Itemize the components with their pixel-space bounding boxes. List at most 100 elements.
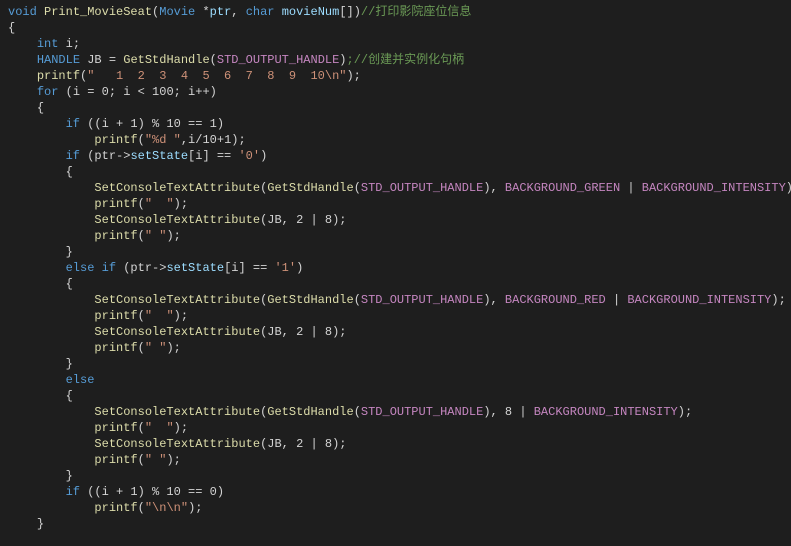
code-line: printf(" "); bbox=[8, 340, 791, 356]
code-line: SetConsoleTextAttribute(JB, 2 | 8); bbox=[8, 324, 791, 340]
function-call: SetConsoleTextAttribute bbox=[94, 325, 260, 339]
var-assign: JB = bbox=[80, 53, 123, 67]
comment: ;//创建并实例化句柄 bbox=[347, 53, 465, 67]
macro: BACKGROUND_INTENSITY bbox=[642, 181, 786, 195]
string-literal: " " bbox=[145, 197, 174, 211]
macro: STD_OUTPUT_HANDLE bbox=[361, 293, 483, 307]
function-call: printf bbox=[94, 453, 137, 467]
code-line: if ((i + 1) % 10 == 1) bbox=[8, 116, 791, 132]
code-line: if (ptr->setState[i] == '0') bbox=[8, 148, 791, 164]
code-line: printf(" "); bbox=[8, 420, 791, 436]
code-line: printf(" "); bbox=[8, 452, 791, 468]
code-line: for (i = 0; i < 100; i++) bbox=[8, 84, 791, 100]
code-line: printf(" "); bbox=[8, 308, 791, 324]
param-name: ptr bbox=[210, 5, 232, 19]
function-call: SetConsoleTextAttribute bbox=[94, 213, 260, 227]
code-line: SetConsoleTextAttribute(GetStdHandle(STD… bbox=[8, 180, 791, 196]
char-literal: '0' bbox=[238, 149, 260, 163]
code-line: HANDLE JB = GetStdHandle(STD_OUTPUT_HAND… bbox=[8, 52, 791, 68]
string-literal: " " bbox=[145, 309, 174, 323]
brace-open: { bbox=[66, 165, 73, 179]
type-handle: HANDLE bbox=[37, 53, 80, 67]
args: ), 8 | bbox=[483, 405, 533, 419]
keyword-if: if bbox=[66, 117, 80, 131]
code-line: SetConsoleTextAttribute(GetStdHandle(STD… bbox=[8, 404, 791, 420]
code-line: { bbox=[8, 276, 791, 292]
function-call: GetStdHandle bbox=[267, 293, 353, 307]
code-line: printf("%d ",i/10+1); bbox=[8, 132, 791, 148]
function-call: printf bbox=[94, 309, 137, 323]
brace-close: } bbox=[37, 517, 44, 531]
function-call: SetConsoleTextAttribute bbox=[94, 437, 260, 451]
string-literal: " " bbox=[145, 341, 167, 355]
if-condition: [i] == bbox=[224, 261, 274, 275]
code-line: void Print_MovieSeat(Movie *ptr, char mo… bbox=[8, 4, 791, 20]
if-condition: (ptr-> bbox=[80, 149, 130, 163]
function-call: printf bbox=[94, 197, 137, 211]
keyword-for: for bbox=[37, 85, 59, 99]
if-condition: ((i + 1) % 10 == 0) bbox=[80, 485, 224, 499]
keyword-void: void bbox=[8, 5, 37, 19]
code-line: else bbox=[8, 372, 791, 388]
string-literal: " " bbox=[145, 229, 167, 243]
if-condition: ) bbox=[296, 261, 303, 275]
field: setState bbox=[130, 149, 188, 163]
if-condition: ((i + 1) % 10 == 1) bbox=[80, 117, 224, 131]
brace-open: { bbox=[37, 101, 44, 115]
param-type: char bbox=[246, 5, 275, 19]
string-literal: " " bbox=[145, 453, 167, 467]
code-line: } bbox=[8, 356, 791, 372]
brace-open: { bbox=[66, 277, 73, 291]
code-line: if ((i + 1) % 10 == 0) bbox=[8, 484, 791, 500]
function-call: printf bbox=[94, 341, 137, 355]
macro: STD_OUTPUT_HANDLE bbox=[217, 53, 339, 67]
code-line: { bbox=[8, 164, 791, 180]
param-type: Movie bbox=[159, 5, 195, 19]
if-condition: ) bbox=[260, 149, 267, 163]
args: (JB, 2 | 8); bbox=[260, 213, 346, 227]
macro: BACKGROUND_INTENSITY bbox=[534, 405, 678, 419]
args: (JB, 2 | 8); bbox=[260, 325, 346, 339]
function-call: printf bbox=[94, 133, 137, 147]
string-literal: "%d " bbox=[145, 133, 181, 147]
code-line: printf(" "); bbox=[8, 228, 791, 244]
code-editor[interactable]: void Print_MovieSeat(Movie *ptr, char mo… bbox=[8, 4, 791, 532]
function-call: GetStdHandle bbox=[267, 181, 353, 195]
code-line: printf(" 1 2 3 4 5 6 7 8 9 10\n"); bbox=[8, 68, 791, 84]
code-line: SetConsoleTextAttribute(JB, 2 | 8); bbox=[8, 212, 791, 228]
function-call: printf bbox=[94, 229, 137, 243]
code-line: SetConsoleTextAttribute(GetStdHandle(STD… bbox=[8, 292, 791, 308]
keyword-int: int bbox=[37, 37, 59, 51]
brace-close: } bbox=[66, 469, 73, 483]
macro: BACKGROUND_RED bbox=[505, 293, 606, 307]
function-name: Print_MovieSeat bbox=[44, 5, 152, 19]
brace-open: { bbox=[8, 21, 15, 35]
keyword-if: if bbox=[66, 149, 80, 163]
code-line: { bbox=[8, 100, 791, 116]
string-literal: " 1 2 3 4 5 6 7 8 9 10\n" bbox=[87, 69, 346, 83]
if-condition: [i] == bbox=[188, 149, 238, 163]
param-name: movieNum bbox=[282, 5, 340, 19]
function-call: SetConsoleTextAttribute bbox=[94, 181, 260, 195]
brace-close: } bbox=[66, 357, 73, 371]
brace-close: } bbox=[66, 245, 73, 259]
string-literal: "\n\n" bbox=[145, 501, 188, 515]
macro: BACKGROUND_GREEN bbox=[505, 181, 620, 195]
code-line: else if (ptr->setState[i] == '1') bbox=[8, 260, 791, 276]
function-call: printf bbox=[37, 69, 80, 83]
code-line: } bbox=[8, 244, 791, 260]
code-line: { bbox=[8, 20, 791, 36]
keyword-else: else bbox=[66, 373, 95, 387]
field: setState bbox=[166, 261, 224, 275]
var-decl: i; bbox=[58, 37, 80, 51]
macro: STD_OUTPUT_HANDLE bbox=[361, 405, 483, 419]
string-literal: " " bbox=[145, 421, 174, 435]
code-line: printf(" "); bbox=[8, 196, 791, 212]
macro: STD_OUTPUT_HANDLE bbox=[361, 181, 483, 195]
function-call: GetStdHandle bbox=[267, 405, 353, 419]
keyword-else-if: else if bbox=[66, 261, 116, 275]
comment: //打印影院座位信息 bbox=[361, 5, 471, 19]
for-condition: (i = 0; i < 100; i++) bbox=[58, 85, 216, 99]
char-literal: '1' bbox=[274, 261, 296, 275]
code-line: } bbox=[8, 468, 791, 484]
